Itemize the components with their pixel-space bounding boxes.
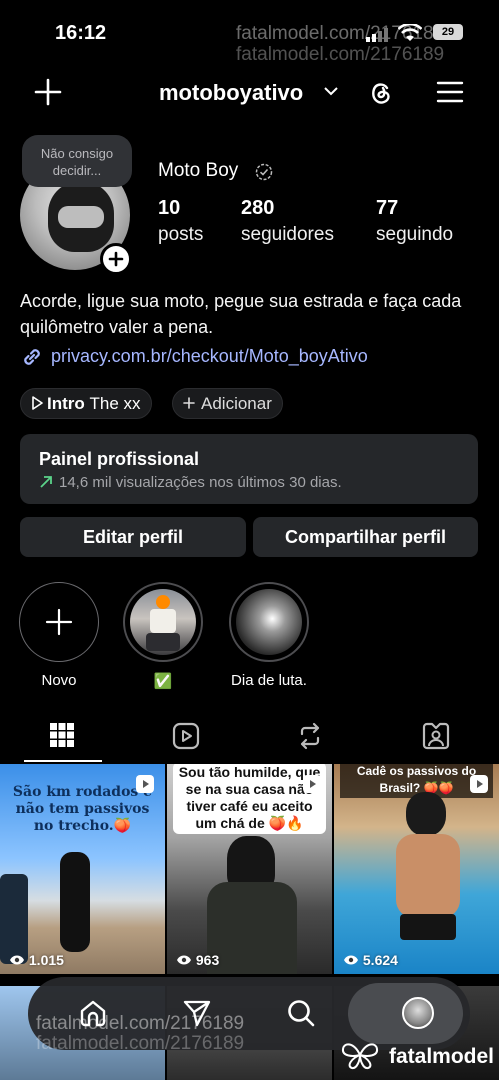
- grid-icon: [50, 723, 74, 747]
- profile-header: motoboyativo: [0, 70, 499, 116]
- threads-icon[interactable]: [366, 78, 396, 108]
- search-icon: [288, 1000, 315, 1027]
- trend-up-icon: [40, 476, 52, 488]
- chevron-down-icon[interactable]: [324, 86, 338, 96]
- nav-search[interactable]: [256, 977, 346, 1050]
- battery-icon: 29: [433, 24, 463, 40]
- cellular-signal-icon: [366, 28, 388, 42]
- create-plus-icon[interactable]: [34, 78, 62, 106]
- status-time: 16:12: [55, 22, 107, 44]
- eye-icon: [10, 955, 24, 965]
- reel-icon: [303, 775, 321, 793]
- watermark-bottom-echo: fatalmodel.com/2176189: [36, 1033, 245, 1054]
- profile-tabs: [0, 712, 499, 764]
- stat-following[interactable]: 77 seguindo: [376, 197, 453, 246]
- display-name: Moto Boy: [158, 160, 239, 181]
- tab-reposts[interactable]: [248, 712, 372, 764]
- tab-grid[interactable]: [0, 712, 124, 764]
- username[interactable]: motoboyativo: [159, 80, 303, 106]
- edit-profile-button[interactable]: Editar perfil: [20, 517, 246, 557]
- wifi-icon: [398, 24, 422, 41]
- dashboard-subtitle: 14,6 mil visualizações nos últimos 30 di…: [59, 474, 342, 491]
- tab-tagged[interactable]: [374, 712, 498, 764]
- bio-text: Acorde, ligue sua moto, pegue sua estrad…: [20, 291, 462, 337]
- eye-icon: [344, 955, 358, 965]
- highlight-check[interactable]: ✅: [123, 582, 203, 690]
- reel-icon: [470, 775, 488, 793]
- repost-icon: [300, 722, 320, 750]
- view-count: 5.624: [343, 952, 398, 968]
- highlight-cover: [236, 589, 302, 655]
- play-icon: [32, 396, 43, 410]
- stat-posts[interactable]: 10 posts: [158, 197, 203, 246]
- share-profile-button[interactable]: Compartilhar perfil: [253, 517, 478, 557]
- menu-icon[interactable]: [436, 81, 464, 103]
- add-chip[interactable]: Adicionar: [172, 388, 283, 419]
- plus-icon: [45, 608, 73, 636]
- highlight-cover: [130, 589, 196, 655]
- highlight-new[interactable]: Novo: [19, 582, 99, 689]
- post-tile[interactable]: Sou tão humilde, que se na sua casa não …: [167, 764, 332, 974]
- view-count: 1.015: [9, 952, 64, 968]
- reels-icon: [172, 722, 200, 750]
- profile-avatar-icon: [402, 997, 434, 1029]
- stat-followers[interactable]: 280 seguidores: [241, 197, 334, 246]
- post-tile[interactable]: São km rodados e não tem passivos no tre…: [0, 764, 165, 974]
- tab-reels[interactable]: [124, 712, 248, 764]
- verified-badge-icon: [255, 163, 273, 181]
- link-icon: [24, 349, 40, 365]
- highlight-dia-de-luta[interactable]: Dia de luta.: [229, 582, 309, 689]
- reel-icon: [136, 775, 154, 793]
- music-chip[interactable]: Intro The xx: [20, 388, 152, 419]
- eye-icon: [177, 955, 191, 965]
- note-bubble[interactable]: Não consigo decidir...: [22, 135, 132, 187]
- post-tile[interactable]: Cadê os passivos do Brasil? 🍑🍑 5.624: [334, 764, 499, 974]
- watermark-bottom: fatalmodel.com/2176189: [36, 1013, 245, 1034]
- professional-dashboard[interactable]: Painel profissional 14,6 mil visualizaçõ…: [20, 434, 478, 504]
- active-tab-indicator: [24, 760, 102, 762]
- watermark-top-echo: fatalmodel.com/2176189: [236, 44, 445, 65]
- plus-icon: [108, 251, 124, 267]
- butterfly-icon: [341, 1043, 379, 1070]
- plus-icon: [183, 397, 195, 409]
- add-story-badge[interactable]: [100, 243, 132, 275]
- view-count: 963: [176, 952, 219, 968]
- tagged-icon: [422, 722, 450, 750]
- fatalmodel-logo: fatalmodel: [340, 1040, 499, 1072]
- dashboard-title: Painel profissional: [39, 449, 200, 469]
- status-bar: 16:12 fatalmodel.com/2176189 fatalmodel.…: [0, 0, 499, 65]
